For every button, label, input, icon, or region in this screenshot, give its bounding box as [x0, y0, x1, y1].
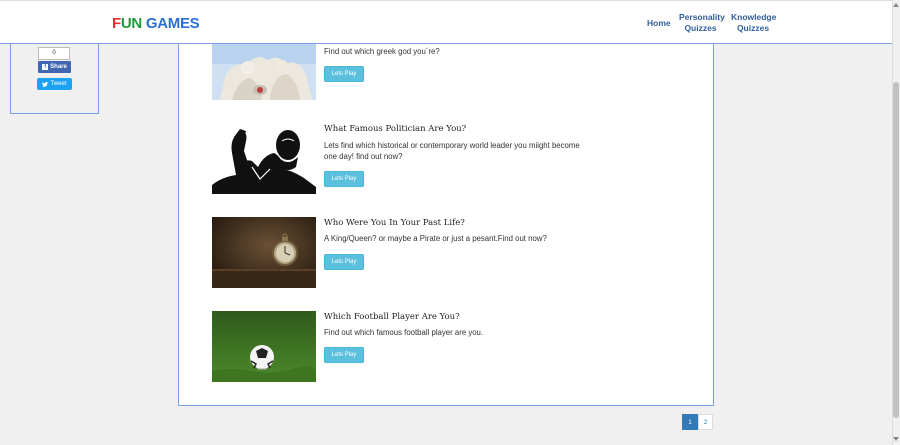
logo-games: GAMES [145, 15, 200, 32]
navbar: FUN GAMES Home Personality Quizzes Knowl… [0, 0, 892, 44]
logo-fun: FUN [112, 15, 142, 32]
nav-home[interactable]: Home [647, 18, 671, 29]
quiz-title-politician[interactable]: What Famous Politician Are You? [324, 124, 466, 134]
tweet-label: Tweet [50, 81, 67, 87]
tweet-button[interactable]: Tweet [37, 78, 72, 90]
football-image [212, 311, 316, 382]
quiz-desc-past-life: A King/Queen? or maybe a Pirate or just … [324, 234, 547, 243]
quiz-image-past-life[interactable] [212, 217, 316, 288]
quiz-desc-politician: Lets find which historical or contempora… [324, 141, 580, 161]
quiz-image-politician[interactable] [212, 123, 316, 194]
nav-knowledge-quizzes[interactable]: Knowledge Quizzes [731, 12, 777, 34]
politician-silhouette-image [212, 123, 316, 194]
nav-home-label: Home [647, 18, 671, 28]
quiz-title-football[interactable]: Which Football Player Are You? [324, 312, 460, 322]
facebook-share-button[interactable]: f Share [38, 61, 71, 73]
quiz-desc-greek-god: Find out which greek god you´re? [324, 47, 440, 56]
nav-knowledge-label: Knowledge [731, 12, 777, 22]
nav-knowledge-sublabel: Quizzes [736, 23, 770, 33]
play-button-past-life[interactable]: Lets Play [324, 254, 364, 270]
share-count: 0 [38, 47, 70, 60]
nav-personality-quizzes[interactable]: Personality Quizzes [679, 12, 725, 34]
pagination-page-2[interactable]: 2 [698, 414, 713, 430]
scrollbar-thumb[interactable] [893, 82, 899, 418]
pagination-page-1[interactable]: 1 [682, 414, 698, 430]
nav-personality-label: Personality [679, 12, 725, 22]
greek-statue-image [212, 44, 316, 100]
quiz-image-football[interactable] [212, 311, 316, 382]
quiz-desc-football: Find out which famous football player ar… [324, 328, 484, 337]
clock-image [212, 217, 316, 288]
play-button-politician[interactable]: Lets Play [324, 171, 364, 187]
scroll-up-arrow-icon[interactable] [893, 3, 899, 7]
play-button-greek-god[interactable]: Lets Play [324, 66, 364, 82]
play-button-football[interactable]: Lets Play [324, 347, 364, 363]
quiz-title-past-life[interactable]: Who Were You In Your Past Life? [324, 218, 465, 228]
site-logo[interactable]: FUN GAMES [112, 15, 200, 32]
facebook-share-label: Share [50, 64, 67, 70]
quiz-image-greek-god[interactable] [212, 44, 316, 100]
scroll-down-arrow-icon[interactable] [893, 437, 899, 441]
facebook-icon: f [42, 64, 49, 70]
nav-personality-sublabel: Quizzes [684, 23, 717, 33]
twitter-bird-icon [42, 81, 49, 87]
